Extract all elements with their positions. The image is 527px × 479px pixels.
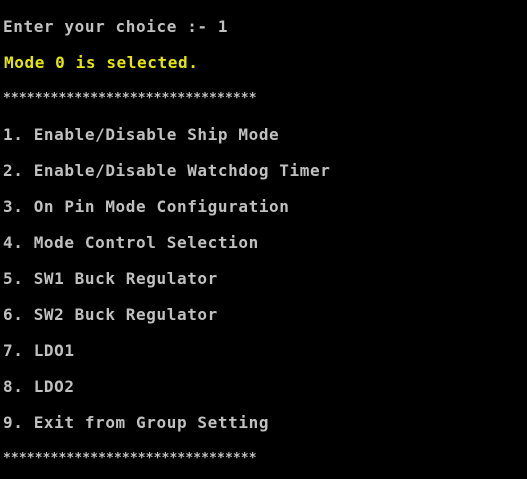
console-window: Enter your choice :- 1 Mode 0 is selecte…	[0, 0, 527, 479]
menu-item-on-pin-mode: 3. On Pin Mode Configuration	[3, 197, 290, 216]
menu-item-watchdog-timer: 2. Enable/Disable Watchdog Timer	[3, 161, 331, 180]
menu-item-ldo1: 7. LDO1	[3, 341, 75, 360]
status-message: Mode 0 is selected.	[4, 53, 199, 72]
menu-item-exit: 9. Exit from Group Setting	[3, 413, 270, 432]
menu-item-ship-mode: 1. Enable/Disable Ship Mode	[3, 125, 280, 144]
separator-top: ********************************	[3, 91, 257, 106]
menu-item-sw2-buck: 6. SW2 Buck Regulator	[3, 305, 218, 324]
separator-bottom: ********************************	[3, 451, 257, 466]
menu-item-ldo2: 8. LDO2	[3, 377, 75, 396]
prompt-line: Enter your choice :- 1	[3, 17, 229, 36]
menu-item-sw1-buck: 5. SW1 Buck Regulator	[3, 269, 218, 288]
menu-item-mode-control: 4. Mode Control Selection	[3, 233, 259, 252]
